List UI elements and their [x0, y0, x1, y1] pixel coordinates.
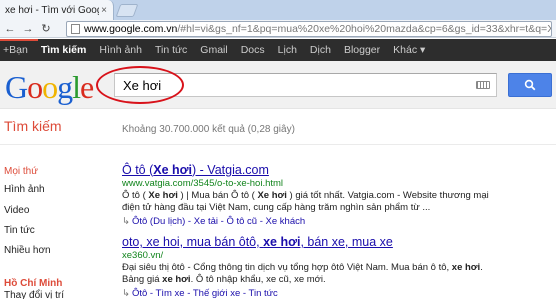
result-url: xe360.vn/	[122, 250, 164, 261]
nav-item-news[interactable]: Tin tức	[4, 225, 35, 236]
tab-title: xe hơi - Tìm với Google	[5, 4, 99, 16]
search-button[interactable]	[508, 73, 552, 97]
snippet-highlight: Xe hơi	[148, 190, 178, 201]
google-logo[interactable]: Google	[5, 69, 94, 105]
sitelinks-text[interactable]: Ôtô - Tìm xe - Thế giới xe - Tin tức	[132, 288, 278, 299]
gbar-item-translate[interactable]: Dịch	[310, 44, 331, 56]
highlight-ellipse	[96, 66, 184, 104]
gbar-item-more[interactable]: Khác ▾	[393, 44, 425, 56]
address-bar[interactable]: www.google.com.vn /#hl=vi&gs_nf=1&pq=mua…	[66, 21, 552, 37]
search-result: oto, xe hoi, mua bán ôtô, xe hơi, bán xe…	[122, 235, 554, 299]
snippet-text: Đại siêu thị ôtô - Cổng thông tin dịch v…	[122, 262, 452, 273]
forward-icon[interactable]: →	[20, 21, 36, 37]
sitelink-arrow-icon: ↳	[122, 288, 130, 299]
sitelink-arrow-icon: ↳	[122, 216, 130, 227]
browser-tab[interactable]: xe hơi - Tìm với Google ×	[0, 0, 114, 20]
snippet-text: .	[480, 262, 483, 273]
result-url: www.vatgia.com/3545/o-to-xe-hoi.html	[122, 178, 284, 189]
gbar-item-plus[interactable]: +Bạn	[3, 44, 28, 56]
logo-letter: g	[57, 69, 73, 105]
gbar-item-blogger[interactable]: Blogger	[344, 44, 380, 56]
tab-strip: xe hơi - Tìm với Google ×	[0, 0, 556, 20]
logo-letter: o	[27, 69, 43, 105]
reload-icon[interactable]: ↻	[38, 21, 54, 37]
logo-letter: G	[5, 69, 28, 105]
result-snippet: Ô tô ( Xe hơi ) | Mua bán Ô tô ( Xe hơi …	[122, 190, 554, 214]
divider	[0, 144, 556, 145]
snippet-text: ) giá tốt nhất. Vatgia.com - Website thư…	[286, 190, 489, 201]
search-result: Ô tô (Xe hơi) - Vatgia.com www.vatgia.co…	[122, 163, 554, 227]
snippet-text: . Ô tô nhập khẩu, xe cũ, xe mới.	[190, 274, 326, 285]
logo-letter: e	[80, 69, 94, 105]
url-path: /#hl=vi&gs_nf=1&pq=mua%20xe%20hoi%20mazd…	[177, 23, 551, 35]
title-text: Ô tô (	[122, 163, 154, 177]
change-location-link[interactable]: Thay đổi vị trí	[4, 290, 64, 299]
close-tab-icon[interactable]: ×	[99, 5, 109, 16]
nav-item-video[interactable]: Video	[4, 205, 29, 216]
title-text: ) - Vatgia.com	[192, 163, 269, 177]
search-icon	[524, 79, 536, 91]
sitelinks-text[interactable]: Ôtô (Du lịch) - Xe tải - Ô tô cũ - Xe kh…	[132, 216, 305, 227]
snippet-highlight: xe hơi	[451, 262, 481, 273]
title-highlight: xe hơi	[263, 235, 301, 249]
browser-window: xe hơi - Tìm với Google × ← → ↻ www.goog…	[0, 0, 556, 299]
url-host: www.google.com.vn	[84, 23, 178, 35]
title-highlight: Xe hơi	[153, 163, 193, 177]
location-label: Hồ Chí Minh	[4, 278, 63, 289]
result-sitelinks[interactable]: ↳ Ôtô (Du lịch) - Xe tải - Ô tô cũ - Xe k…	[122, 216, 554, 227]
page-icon	[71, 24, 80, 34]
google-bar: +Bạn Tìm kiếm Hình ảnh Tin tức Gmail Doc…	[0, 39, 556, 61]
logo-letter: l	[72, 69, 81, 105]
title-text: , bán xe, mua xe	[300, 235, 393, 249]
gbar-item-calendar[interactable]: Lịch	[278, 44, 297, 56]
result-stats: Khoảng 30.700.000 kết quả (0,28 giây)	[122, 124, 295, 135]
result-sitelinks[interactable]: ↳ Ôtô - Tìm xe - Thế giới xe - Tin tức	[122, 288, 554, 299]
search-header: Google Xe hơi	[0, 61, 556, 109]
page-title: Tìm kiếm	[4, 118, 62, 134]
nav-item-more[interactable]: Nhiều hơn	[4, 245, 51, 256]
snippet-text: ) | Mua bán Ô tô (	[177, 190, 258, 201]
gbar-item-news[interactable]: Tin tức	[155, 44, 187, 56]
gbar-item-gmail[interactable]: Gmail	[200, 44, 227, 56]
result-title-link[interactable]: oto, xe hoi, mua bán ôtô, xe hơi, bán xe…	[122, 235, 554, 249]
gbar-item-search[interactable]: Tìm kiếm	[41, 44, 87, 56]
nav-item-everything[interactable]: Mọi thứ	[4, 166, 38, 177]
gbar-active-indicator	[0, 39, 38, 41]
snippet-text: điện tử hàng đầu tại Việt Nam, cung cấp …	[122, 202, 431, 213]
back-icon[interactable]: ←	[2, 21, 18, 37]
snippet-highlight: xe hơi	[162, 274, 191, 285]
snippet-highlight: Xe hơi	[257, 190, 287, 201]
title-text: oto, xe hoi, mua bán ôtô,	[122, 235, 264, 249]
keyboard-icon[interactable]	[476, 81, 490, 89]
snippet-text: Ô tô (	[122, 190, 149, 201]
snippet-text: Bảng giá	[122, 274, 163, 285]
gbar-item-docs[interactable]: Docs	[241, 44, 265, 56]
new-tab-button[interactable]	[115, 4, 139, 17]
result-snippet: Đại siêu thị ôtô - Cổng thông tin dịch v…	[122, 262, 554, 286]
result-title-link[interactable]: Ô tô (Xe hơi) - Vatgia.com	[122, 163, 554, 177]
gbar-item-images[interactable]: Hình ảnh	[99, 44, 142, 56]
browser-toolbar: ← → ↻ www.google.com.vn /#hl=vi&gs_nf=1&…	[0, 20, 556, 38]
logo-letter: o	[42, 69, 58, 105]
nav-item-images[interactable]: Hình ảnh	[4, 184, 45, 195]
